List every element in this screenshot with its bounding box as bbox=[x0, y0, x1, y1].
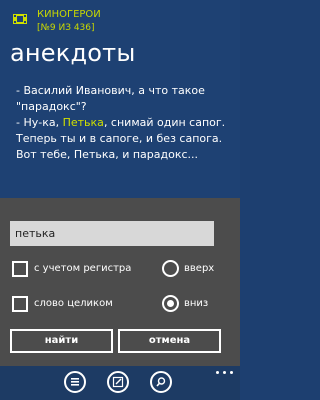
whole-word-label: слово целиком bbox=[34, 298, 113, 309]
app-screen: КИНОГЕРОИ [№9 ИЗ 436] анекдоты - Василий… bbox=[0, 0, 240, 400]
item-position: [№9 ИЗ 436] bbox=[37, 23, 95, 33]
cancel-button[interactable]: отмена bbox=[118, 329, 221, 353]
direction-down-radio[interactable] bbox=[162, 295, 179, 312]
direction-down-label: вниз bbox=[184, 298, 209, 309]
page-title: анекдоты bbox=[10, 39, 136, 67]
list-button[interactable] bbox=[64, 371, 86, 393]
edit-button[interactable] bbox=[107, 371, 129, 393]
direction-up-radio[interactable] bbox=[162, 260, 179, 277]
search-input[interactable] bbox=[10, 221, 214, 246]
app-name: КИНОГЕРОИ bbox=[37, 9, 101, 20]
search-button[interactable] bbox=[150, 371, 172, 393]
whole-word-checkbox[interactable] bbox=[12, 296, 28, 312]
match-case-label: с учетом регистра bbox=[34, 263, 132, 274]
radio-selected-dot bbox=[167, 300, 174, 307]
find-button[interactable]: найти bbox=[10, 329, 113, 353]
joke-line-2-prefix: - Ну-ка, bbox=[16, 116, 63, 129]
find-dialog: с учетом регистра вверх слово целиком вн… bbox=[0, 198, 240, 366]
joke-text: - Василий Иванович, а что такое "парадок… bbox=[16, 83, 234, 163]
film-logo-icon bbox=[12, 11, 28, 27]
direction-up-label: вверх bbox=[184, 263, 215, 274]
match-case-checkbox[interactable] bbox=[12, 261, 28, 277]
joke-line-1: - Василий Иванович, а что такое "парадок… bbox=[16, 84, 205, 113]
application-bar bbox=[0, 366, 240, 400]
more-icon[interactable] bbox=[216, 371, 234, 377]
search-highlight: Петька bbox=[62, 116, 104, 129]
